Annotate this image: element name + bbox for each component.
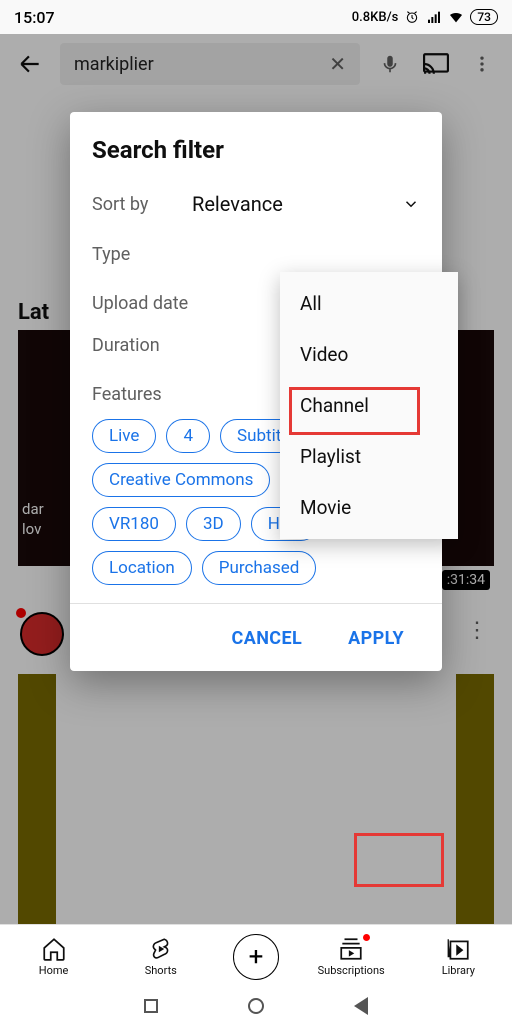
nav-subs-label: Subscriptions	[318, 964, 385, 977]
nav-home-label: Home	[39, 964, 69, 977]
home-button[interactable]	[248, 998, 264, 1014]
type-option-playlist[interactable]: Playlist	[280, 431, 458, 482]
library-icon	[445, 936, 471, 962]
signal-icon	[426, 9, 442, 25]
nav-create[interactable]: +	[233, 934, 279, 980]
type-option-video[interactable]: Video	[280, 329, 458, 380]
status-icons: 0.8KB/s 73	[352, 9, 498, 25]
system-nav	[0, 988, 512, 1024]
type-option-channel[interactable]: Channel	[280, 380, 458, 431]
chevron-down-icon	[402, 195, 420, 213]
plus-icon: +	[249, 942, 264, 972]
sort-by-row[interactable]: Sort by Relevance	[92, 192, 420, 216]
chip-purchased[interactable]: Purchased	[202, 551, 317, 585]
nav-home[interactable]: Home	[19, 936, 89, 977]
chip-live[interactable]: Live	[92, 419, 156, 453]
nav-subscriptions[interactable]: Subscriptions	[316, 936, 386, 977]
dialog-footer: CANCEL APPLY	[70, 603, 442, 671]
network-speed: 0.8KB/s	[352, 10, 399, 25]
sort-by-label: Sort by	[92, 194, 192, 215]
bottom-nav: Home Shorts + Subscriptions Library	[0, 924, 512, 988]
nav-shorts-label: Shorts	[145, 964, 177, 977]
wifi-icon	[448, 9, 464, 25]
status-bar: 15:07 0.8KB/s 73	[0, 0, 512, 34]
sort-by-value: Relevance	[192, 192, 283, 216]
recents-button[interactable]	[144, 999, 158, 1013]
type-option-movie[interactable]: Movie	[280, 482, 458, 533]
subscriptions-icon	[338, 936, 364, 962]
home-icon	[41, 936, 67, 962]
dialog-title: Search filter	[92, 136, 420, 164]
nav-library-label: Library	[442, 964, 475, 977]
alarm-icon	[404, 9, 420, 25]
apply-button[interactable]: APPLY	[338, 620, 414, 657]
status-time: 15:07	[14, 8, 55, 27]
upload-date-label: Upload date	[92, 293, 192, 315]
nav-shorts[interactable]: Shorts	[126, 936, 196, 977]
shorts-icon	[148, 936, 174, 962]
type-option-all[interactable]: All	[280, 278, 458, 329]
chip-location[interactable]: Location	[92, 551, 192, 585]
type-dropdown: All Video Channel Playlist Movie	[280, 272, 458, 539]
battery-level: 73	[470, 9, 498, 25]
chip-4k[interactable]: 4	[166, 419, 210, 453]
chip-3d[interactable]: 3D	[186, 507, 241, 541]
back-button-sys[interactable]	[354, 997, 368, 1015]
cancel-button[interactable]: CANCEL	[222, 620, 313, 657]
duration-label: Duration	[92, 335, 192, 356]
type-label: Type	[92, 244, 192, 265]
type-row[interactable]: Type	[92, 244, 420, 265]
chip-vr180[interactable]: VR180	[92, 507, 176, 541]
nav-library[interactable]: Library	[423, 936, 493, 977]
chip-creative-commons[interactable]: Creative Commons	[92, 463, 270, 497]
